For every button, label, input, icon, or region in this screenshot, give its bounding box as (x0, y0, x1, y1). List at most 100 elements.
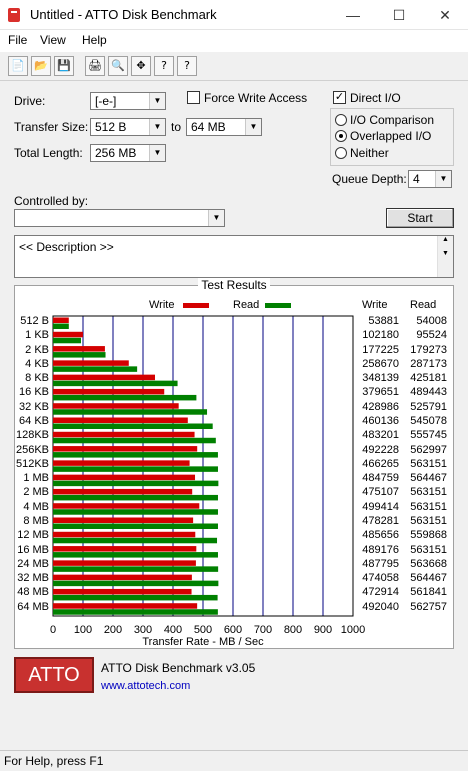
controlled-by-select[interactable]: ▼ (14, 209, 225, 227)
read-value: 559868 (410, 529, 447, 542)
overlapped-io-label: Overlapped I/O (350, 129, 432, 143)
write-value: 475107 (362, 486, 399, 499)
print-icon[interactable]: 🖨 (85, 56, 105, 76)
transfer-from-select[interactable]: 512 B ▼ (90, 118, 166, 136)
row-label: 128KB (15, 429, 49, 442)
queue-depth-label: Queue Depth: (332, 172, 407, 186)
write-bar (53, 517, 194, 523)
io-comparison-radio[interactable] (335, 114, 347, 126)
read-value: 563151 (410, 515, 447, 527)
read-bar (53, 537, 218, 544)
transfer-to-value: 64 MB (191, 120, 226, 134)
drive-label: Drive: (14, 94, 46, 108)
new-icon[interactable]: 📄 (8, 56, 28, 76)
chevron-down-icon: ▼ (149, 93, 165, 109)
print-preview-icon[interactable]: 🔍 (108, 56, 128, 76)
row-label: 24 MB (17, 557, 49, 570)
status-bar: For Help, press F1 (0, 750, 468, 771)
row-label: 2 KB (25, 343, 49, 356)
x-tick-label: 600 (223, 624, 243, 636)
row-label: 1 MB (23, 472, 49, 485)
save-icon[interactable]: 💾 (54, 56, 74, 76)
transfer-from-value: 512 B (95, 120, 127, 134)
write-value: 487795 (362, 557, 399, 570)
description-textarea[interactable]: << Description >> ▲ ▼ (14, 235, 454, 278)
drive-select[interactable]: [-e-] ▼ (90, 92, 166, 110)
read-bar (53, 423, 213, 429)
minimize-button[interactable]: — (330, 0, 376, 30)
x-tick-label: 100 (73, 624, 93, 636)
neither-radio[interactable] (335, 147, 347, 159)
read-bar (53, 580, 219, 587)
direct-io-label: Direct I/O (350, 91, 401, 105)
row-label: 256KB (15, 443, 49, 456)
x-tick-label: 300 (133, 624, 153, 636)
maximize-button[interactable]: ☐ (376, 0, 422, 30)
help-icon[interactable]: ? (154, 56, 174, 76)
controlled-by-label: Controlled by: (14, 194, 89, 208)
read-bar (53, 366, 138, 372)
read-bar (53, 380, 178, 387)
open-icon[interactable]: 📂 (31, 56, 51, 76)
read-bar (53, 523, 218, 529)
write-bar (53, 603, 198, 609)
row-label: 4 MB (23, 500, 49, 513)
direct-io-checkbox[interactable]: ✓ (333, 91, 346, 104)
start-button[interactable]: Start (386, 208, 454, 228)
write-bar (53, 360, 129, 366)
read-value: 54008 (416, 315, 447, 327)
toolbar: 📄 📂 💾 🖨 🔍 ✥ ? ? (0, 53, 468, 81)
menu-help[interactable]: Help (82, 33, 107, 47)
read-bar (53, 394, 197, 401)
write-bar (53, 331, 83, 338)
row-label: 16 MB (17, 543, 49, 556)
write-value: 379651 (362, 386, 399, 399)
x-tick-label: 400 (163, 624, 183, 636)
x-tick-label: 1000 (340, 624, 366, 636)
row-label: 512 B (20, 315, 49, 327)
neither-label: Neither (350, 146, 389, 160)
read-value: 489443 (410, 386, 447, 399)
write-bar (53, 460, 190, 466)
queue-depth-select[interactable]: 4 ▼ (408, 170, 452, 188)
read-value: 562757 (410, 600, 447, 613)
website-link[interactable]: www.attotech.com (101, 680, 190, 692)
menu-file[interactable]: File (8, 33, 27, 47)
read-value: 563668 (410, 557, 447, 570)
scrollbar[interactable]: ▲ ▼ (437, 236, 453, 277)
write-bar (53, 317, 69, 323)
row-label: 32 MB (17, 572, 49, 585)
read-bar (53, 566, 219, 572)
x-tick-label: 0 (49, 624, 57, 636)
chevron-down-icon: ▼ (245, 119, 261, 135)
menu-view[interactable]: View (40, 33, 66, 47)
row-label: 8 MB (23, 515, 49, 527)
row-label: 64 KB (19, 415, 49, 427)
read-value: 562997 (410, 443, 447, 456)
total-length-select[interactable]: 256 MB ▼ (90, 144, 166, 162)
x-tick-label: 500 (193, 624, 213, 636)
overlapped-io-radio[interactable] (335, 130, 347, 142)
context-help-icon[interactable]: ? (177, 56, 197, 76)
move-icon[interactable]: ✥ (131, 56, 151, 76)
write-value: 472914 (362, 586, 399, 599)
write-bar (53, 346, 105, 352)
write-value: 485656 (362, 529, 399, 542)
read-bar (53, 509, 218, 515)
atto-logo: ATTO (14, 657, 94, 693)
product-name: ATTO Disk Benchmark v3.05 (101, 661, 256, 675)
transfer-to-select[interactable]: 64 MB ▼ (186, 118, 262, 136)
close-button[interactable]: ✕ (422, 0, 468, 30)
write-bar (53, 588, 192, 595)
write-bar (53, 388, 165, 395)
force-write-checkbox[interactable] (187, 91, 200, 104)
read-value: 563151 (410, 486, 447, 499)
write-bar (53, 474, 196, 481)
write-value: 484759 (362, 472, 399, 485)
write-bar (53, 531, 196, 538)
read-value: 561841 (410, 586, 447, 599)
transfer-size-label: Transfer Size: (14, 120, 89, 134)
read-value: 525791 (410, 400, 447, 413)
read-bar (53, 452, 218, 458)
write-bar (53, 431, 195, 438)
